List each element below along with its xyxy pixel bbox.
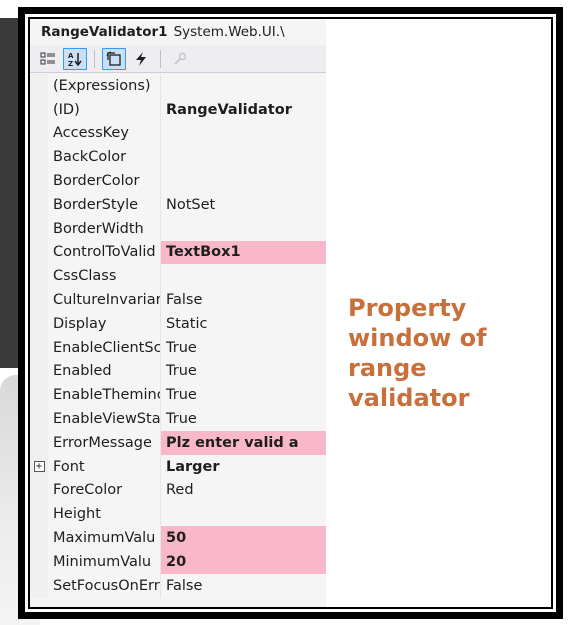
property-row[interactable]: MinimumValu 20: [30, 549, 326, 574]
property-row[interactable]: ControlToValid TextBox1: [30, 240, 326, 265]
property-value[interactable]: Larger: [161, 454, 326, 479]
property-name: MinimumValu: [48, 549, 161, 574]
categorized-button[interactable]: [36, 48, 60, 70]
property-row[interactable]: (Expressions): [30, 74, 326, 98]
alphabetical-button[interactable]: A Z: [63, 47, 87, 70]
toolbar-separator: [160, 49, 161, 68]
property-row[interactable]: Height: [30, 502, 326, 527]
property-row[interactable]: BackColor: [30, 145, 326, 170]
property-value[interactable]: Static: [161, 311, 326, 336]
property-name: Enabled: [48, 359, 161, 384]
caption-line: range: [348, 354, 427, 382]
events-icon: [136, 51, 146, 66]
property-name: Font: [48, 454, 161, 479]
property-name: EnableClientSc: [48, 335, 161, 360]
property-name: BackColor: [48, 145, 161, 170]
property-pages-icon: [174, 52, 187, 65]
property-row[interactable]: Enabled True: [30, 359, 326, 384]
property-name: SetFocusOnErr: [48, 573, 161, 598]
caption-text: Property window of range validator: [348, 293, 538, 413]
image-frame: RangeValidator1 System.Web.UI.\ A Z (Exp…: [18, 7, 563, 619]
property-value[interactable]: TextBox1: [161, 240, 326, 265]
properties-window: RangeValidator1 System.Web.UI.\ A Z (Exp…: [30, 19, 326, 607]
property-name: CultureInvariar: [48, 288, 161, 312]
caption-line: window of: [348, 324, 487, 352]
property-row[interactable]: AccessKey: [30, 121, 326, 146]
object-selector[interactable]: RangeValidator1 System.Web.UI.\: [30, 19, 326, 45]
property-value[interactable]: True: [161, 359, 326, 384]
property-value[interactable]: False: [161, 288, 326, 312]
properties-toolbar: A Z: [30, 45, 326, 73]
property-name: (ID): [48, 97, 161, 122]
property-value[interactable]: 50: [161, 526, 326, 550]
events-button[interactable]: [129, 48, 153, 70]
property-name: EnableViewStat: [48, 407, 161, 431]
property-value[interactable]: [161, 502, 326, 527]
property-row[interactable]: MaximumValu 50: [30, 526, 326, 550]
property-name: CssClass: [48, 264, 161, 289]
alphabetical-icon: A Z: [68, 52, 82, 67]
property-value[interactable]: NotSet: [161, 192, 326, 217]
property-value[interactable]: True: [161, 407, 326, 431]
property-name: Display: [48, 311, 161, 336]
property-name: Height: [48, 502, 161, 527]
property-row[interactable]: ErrorMessage Plz enter valid a: [30, 430, 326, 455]
property-value[interactable]: True: [161, 335, 326, 360]
selected-object-name: RangeValidator1: [41, 24, 168, 40]
property-name: ErrorMessage: [48, 430, 161, 455]
property-row[interactable]: SetFocusOnErr False: [30, 573, 326, 598]
property-value[interactable]: [161, 216, 326, 241]
property-value[interactable]: [161, 121, 326, 146]
property-name: BorderColor: [48, 169, 161, 193]
expand-icon[interactable]: +: [33, 461, 45, 473]
property-name: ControlToValid: [48, 240, 161, 265]
property-name: AccessKey: [48, 121, 161, 146]
toolbar-separator: [94, 49, 95, 68]
property-row[interactable]: BorderStyle NotSet: [30, 192, 326, 217]
property-row[interactable]: ForeColor Red: [30, 478, 326, 503]
property-row[interactable]: EnableClientSc True: [30, 335, 326, 360]
property-value[interactable]: [161, 169, 326, 193]
property-value[interactable]: Plz enter valid a: [161, 430, 326, 455]
caption-line: Property: [348, 294, 467, 322]
property-value[interactable]: RangeValidator: [161, 97, 326, 122]
svg-text:A: A: [68, 52, 74, 60]
property-value[interactable]: 20: [161, 549, 326, 574]
image-inner-border: RangeValidator1 System.Web.UI.\ A Z (Exp…: [28, 17, 553, 609]
property-value[interactable]: [161, 74, 326, 98]
property-row[interactable]: EnableTheminc True: [30, 383, 326, 408]
property-row[interactable]: CssClass: [30, 264, 326, 289]
property-row[interactable]: BorderWidth: [30, 216, 326, 241]
property-row[interactable]: Display Static: [30, 311, 326, 336]
property-name: MaximumValu: [48, 526, 161, 550]
property-grid: (Expressions) (ID) RangeValidator Access…: [30, 74, 326, 598]
categorized-icon: [40, 52, 55, 64]
property-value[interactable]: Red: [161, 478, 326, 503]
svg-text:Z: Z: [68, 60, 73, 67]
selected-object-type: System.Web.UI.\: [173, 24, 285, 40]
property-value[interactable]: [161, 264, 326, 289]
property-row[interactable]: (ID) RangeValidator: [30, 97, 326, 122]
property-value[interactable]: True: [161, 383, 326, 408]
properties-icon: [106, 51, 121, 66]
property-name: (Expressions): [48, 74, 161, 98]
properties-button[interactable]: [102, 47, 126, 70]
property-value[interactable]: [161, 145, 326, 170]
property-name: EnableTheminc: [48, 383, 161, 408]
property-pages-button[interactable]: [168, 48, 192, 70]
property-name: BorderStyle: [48, 192, 161, 217]
property-row[interactable]: EnableViewStat True: [30, 407, 326, 431]
caption-line: validator: [348, 384, 470, 412]
property-value[interactable]: False: [161, 573, 326, 598]
property-row[interactable]: BorderColor: [30, 169, 326, 193]
property-row[interactable]: + Font Larger: [30, 454, 326, 479]
property-name: BorderWidth: [48, 216, 161, 241]
property-name: ForeColor: [48, 478, 161, 503]
property-row[interactable]: CultureInvariar False: [30, 288, 326, 312]
